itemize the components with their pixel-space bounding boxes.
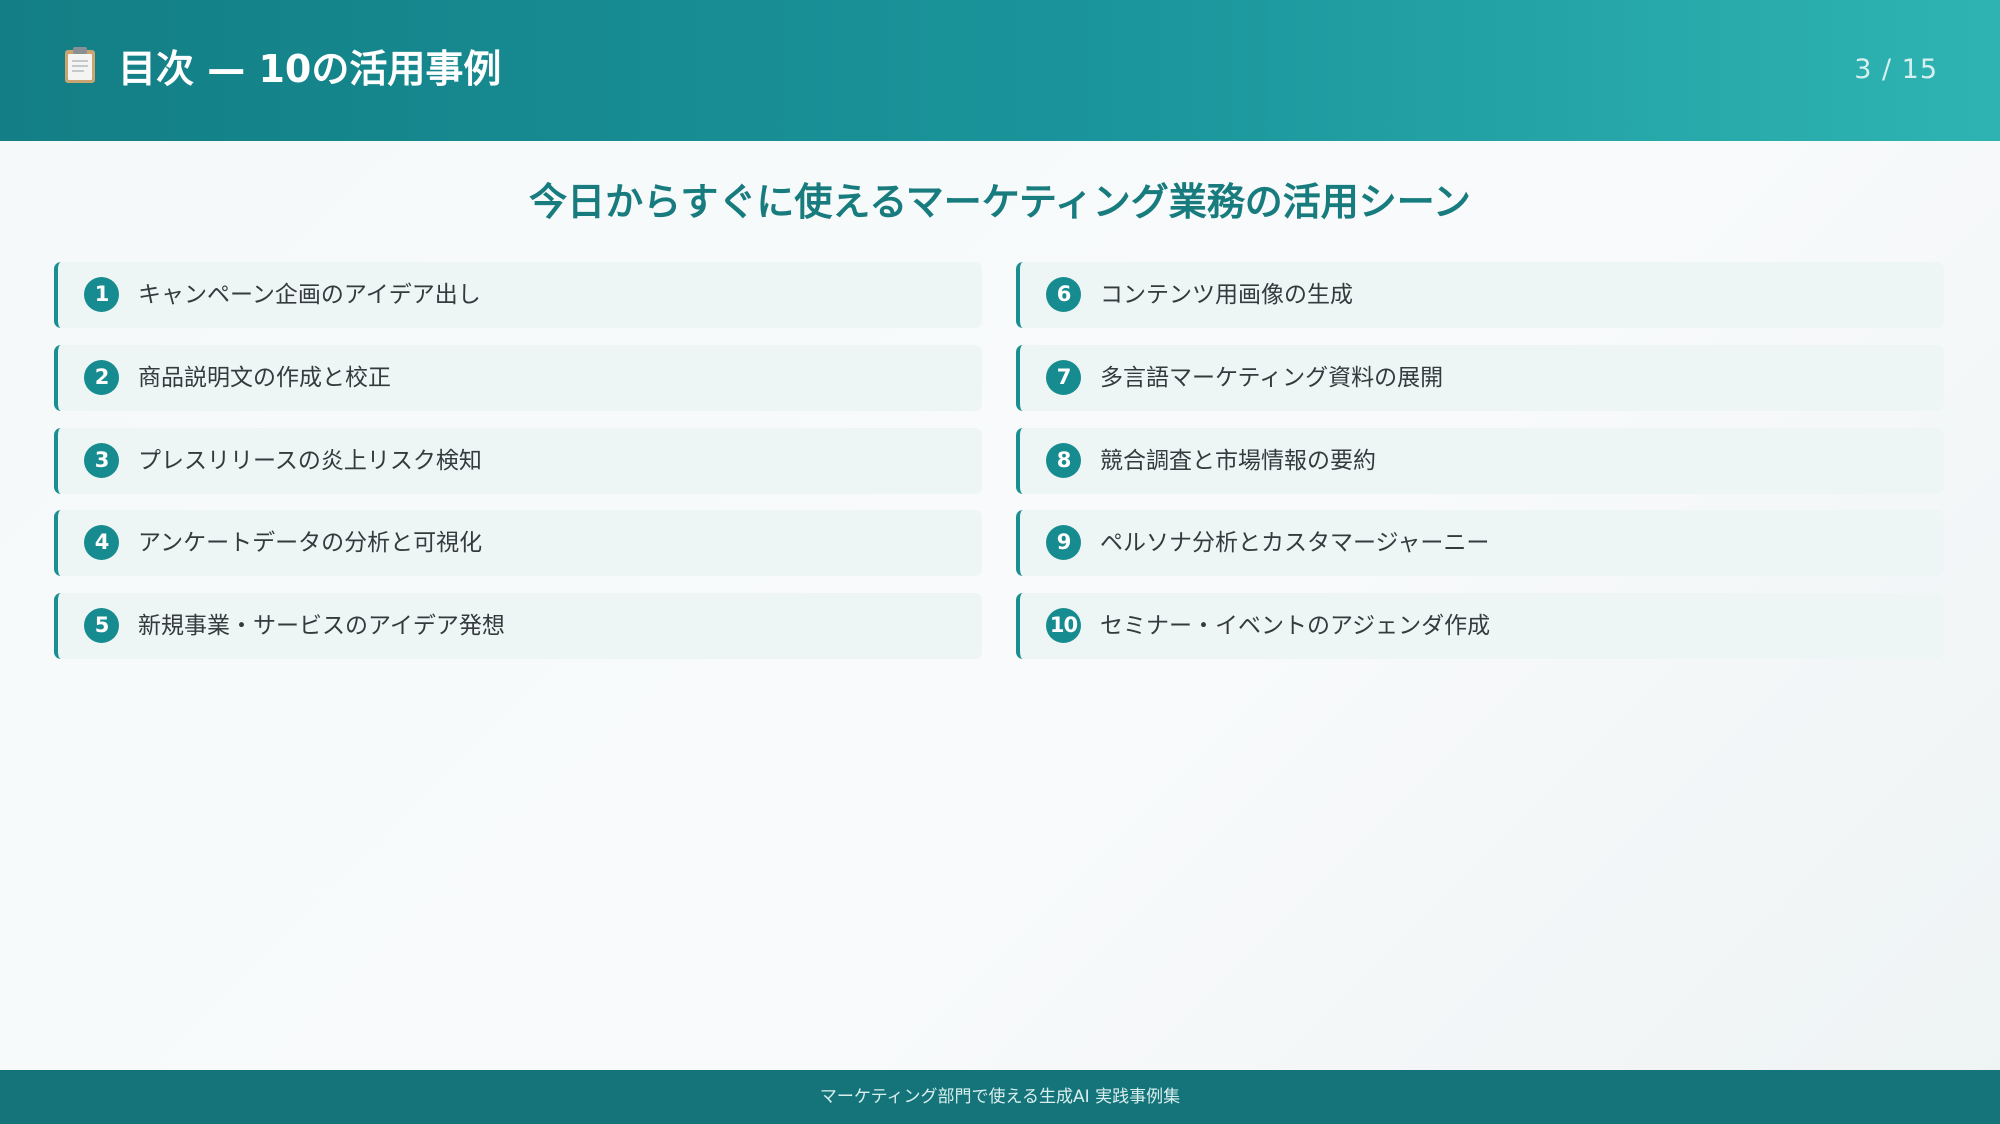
item-number-badge: 4 bbox=[84, 525, 119, 560]
item-number-badge: 6 bbox=[1046, 277, 1081, 312]
item-label: 競合調査と市場情報の要約 bbox=[1100, 448, 1376, 474]
toc-item-5: 5 新規事業・サービスのアイデア発想 bbox=[54, 593, 982, 659]
item-number-badge: 3 bbox=[84, 443, 119, 478]
toc-item-8: 8 競合調査と市場情報の要約 bbox=[1016, 428, 1944, 494]
slide-footer: マーケティング部門で使える生成AI 実践事例集 bbox=[0, 1070, 2000, 1124]
item-label: 新規事業・サービスのアイデア発想 bbox=[138, 613, 505, 639]
item-label: セミナー・イベントのアジェンダ作成 bbox=[1100, 613, 1491, 639]
item-number-badge: 7 bbox=[1046, 360, 1081, 395]
toc-item-1: 1 キャンペーン企画のアイデア出し bbox=[54, 262, 982, 328]
item-label: 多言語マーケティング資料の展開 bbox=[1100, 365, 1444, 391]
item-label: コンテンツ用画像の生成 bbox=[1100, 282, 1353, 308]
item-number-badge: 9 bbox=[1046, 525, 1081, 560]
item-label: ペルソナ分析とカスタマージャーニー bbox=[1100, 530, 1490, 556]
toc-item-2: 2 商品説明文の作成と校正 bbox=[54, 345, 982, 411]
clipboard-icon bbox=[65, 47, 95, 83]
toc-item-4: 4 アンケートデータの分析と可視化 bbox=[54, 510, 982, 576]
toc-item-6: 6 コンテンツ用画像の生成 bbox=[1016, 262, 1944, 328]
toc-item-10: 10 セミナー・イベントのアジェンダ作成 bbox=[1016, 593, 1944, 659]
item-number-badge: 2 bbox=[84, 360, 119, 395]
page-indicator: 3 / 15 bbox=[1854, 54, 1938, 85]
footer-text: マーケティング部門で使える生成AI 実践事例集 bbox=[819, 1087, 1181, 1107]
toc-item-9: 9 ペルソナ分析とカスタマージャーニー bbox=[1016, 510, 1944, 576]
toc-item-7: 7 多言語マーケティング資料の展開 bbox=[1016, 345, 1944, 411]
item-label: 商品説明文の作成と校正 bbox=[138, 365, 391, 391]
slide-subtitle: 今日からすぐに使えるマーケティング業務の活用シーン bbox=[529, 180, 1471, 224]
slide-title: 目次 — 10の活用事例 bbox=[118, 47, 502, 91]
item-number-badge: 5 bbox=[84, 608, 119, 643]
slide-header: 目次 — 10の活用事例 3 / 15 bbox=[0, 0, 2000, 141]
item-number-badge: 8 bbox=[1046, 443, 1081, 478]
item-label: キャンペーン企画のアイデア出し bbox=[138, 282, 481, 308]
item-label: アンケートデータの分析と可視化 bbox=[138, 530, 483, 556]
item-number-badge: 1 bbox=[84, 277, 119, 312]
item-number-badge: 10 bbox=[1046, 608, 1081, 643]
item-label: プレスリリースの炎上リスク検知 bbox=[138, 448, 482, 474]
toc-item-3: 3 プレスリリースの炎上リスク検知 bbox=[54, 428, 982, 494]
